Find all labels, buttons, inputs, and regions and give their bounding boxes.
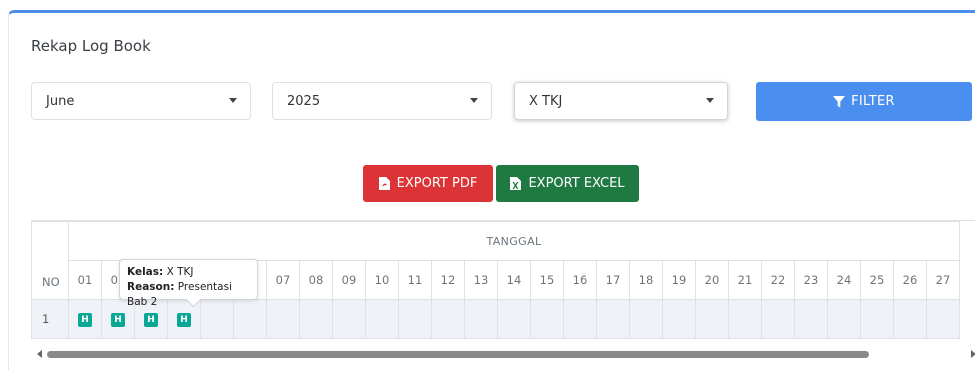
attendance-badge[interactable]: H <box>144 313 158 327</box>
export-pdf-button[interactable]: EXPORT PDF <box>363 165 493 202</box>
day-header-20: 20 <box>695 260 729 300</box>
day-header-07: 07 <box>266 260 300 300</box>
chevron-down-icon <box>470 98 478 103</box>
rekap-card: Rekap Log Book June 2025 X TKJ FILTER EX… <box>8 10 975 370</box>
day-cell <box>827 299 861 339</box>
month-select[interactable]: June <box>31 82 251 120</box>
day-header-09: 09 <box>332 260 366 300</box>
day-header-08: 08 <box>299 260 333 300</box>
day-cell <box>629 299 663 339</box>
day-cell <box>398 299 432 339</box>
day-cell <box>365 299 399 339</box>
scroll-right-arrow-icon[interactable] <box>971 350 975 358</box>
day-cell: H <box>68 299 102 339</box>
day-header-01: 01 <box>68 260 102 300</box>
day-cell <box>332 299 366 339</box>
attendance-tooltip: Kelas: X TKJ Reason: Presentasi Bab 2 <box>119 259 258 308</box>
day-header-13: 13 <box>464 260 498 300</box>
no-column-header: NO <box>31 221 69 300</box>
day-cell <box>530 299 564 339</box>
day-cell <box>662 299 696 339</box>
tooltip-kelas-line: Kelas: X TKJ <box>127 265 250 280</box>
page-title: Rekap Log Book <box>31 37 151 55</box>
day-cell <box>299 299 333 339</box>
horizontal-scrollbar[interactable] <box>31 346 975 362</box>
file-pdf-icon <box>378 177 390 190</box>
export-excel-label: EXPORT EXCEL <box>528 176 625 191</box>
tooltip-kelas-label: Kelas: <box>127 266 164 278</box>
day-header-26: 26 <box>893 260 927 300</box>
day-header-14: 14 <box>497 260 531 300</box>
day-cell <box>596 299 630 339</box>
day-header-19: 19 <box>662 260 696 300</box>
day-header-24: 24 <box>827 260 861 300</box>
day-header-12: 12 <box>431 260 465 300</box>
day-cell <box>563 299 597 339</box>
export-excel-button[interactable]: EXPORT EXCEL <box>496 165 639 202</box>
day-cell <box>761 299 795 339</box>
export-pdf-label: EXPORT PDF <box>396 176 478 191</box>
day-header-25: 25 <box>860 260 894 300</box>
day-cell <box>893 299 927 339</box>
day-cell <box>431 299 465 339</box>
day-cell <box>794 299 828 339</box>
scroll-left-arrow-icon[interactable] <box>37 350 42 358</box>
day-header-11: 11 <box>398 260 432 300</box>
day-header-23: 23 <box>794 260 828 300</box>
tooltip-kelas-value: X TKJ <box>166 266 194 278</box>
attendance-badge[interactable]: H <box>78 313 92 327</box>
day-header-17: 17 <box>596 260 630 300</box>
chevron-down-icon <box>706 98 714 103</box>
tanggal-group-header: TANGGAL <box>68 221 960 261</box>
day-header-16: 16 <box>563 260 597 300</box>
day-cell <box>728 299 762 339</box>
class-select[interactable]: X TKJ <box>514 82 728 120</box>
day-cell <box>860 299 894 339</box>
day-cell <box>464 299 498 339</box>
year-select[interactable]: 2025 <box>272 82 492 120</box>
year-select-value: 2025 <box>287 93 321 109</box>
row-number: 1 <box>31 299 69 339</box>
day-header-22: 22 <box>761 260 795 300</box>
filter-button-label: FILTER <box>851 94 895 109</box>
tooltip-reason-label: Reason: <box>127 281 175 293</box>
day-header-15: 15 <box>530 260 564 300</box>
day-cell <box>497 299 531 339</box>
funnel-icon <box>833 95 846 107</box>
scrollbar-thumb[interactable] <box>47 351 869 358</box>
filter-button[interactable]: FILTER <box>756 82 972 121</box>
chevron-down-icon <box>229 98 237 103</box>
day-header-21: 21 <box>728 260 762 300</box>
file-excel-icon <box>510 177 522 190</box>
day-cell <box>695 299 729 339</box>
month-select-value: June <box>46 93 75 109</box>
class-select-value: X TKJ <box>529 93 563 109</box>
attendance-badge[interactable]: H <box>177 313 191 327</box>
attendance-badge[interactable]: H <box>111 313 125 327</box>
day-header-10: 10 <box>365 260 399 300</box>
day-header-27: 27 <box>926 260 960 300</box>
day-header-18: 18 <box>629 260 663 300</box>
day-cell <box>266 299 300 339</box>
day-cell <box>926 299 960 339</box>
